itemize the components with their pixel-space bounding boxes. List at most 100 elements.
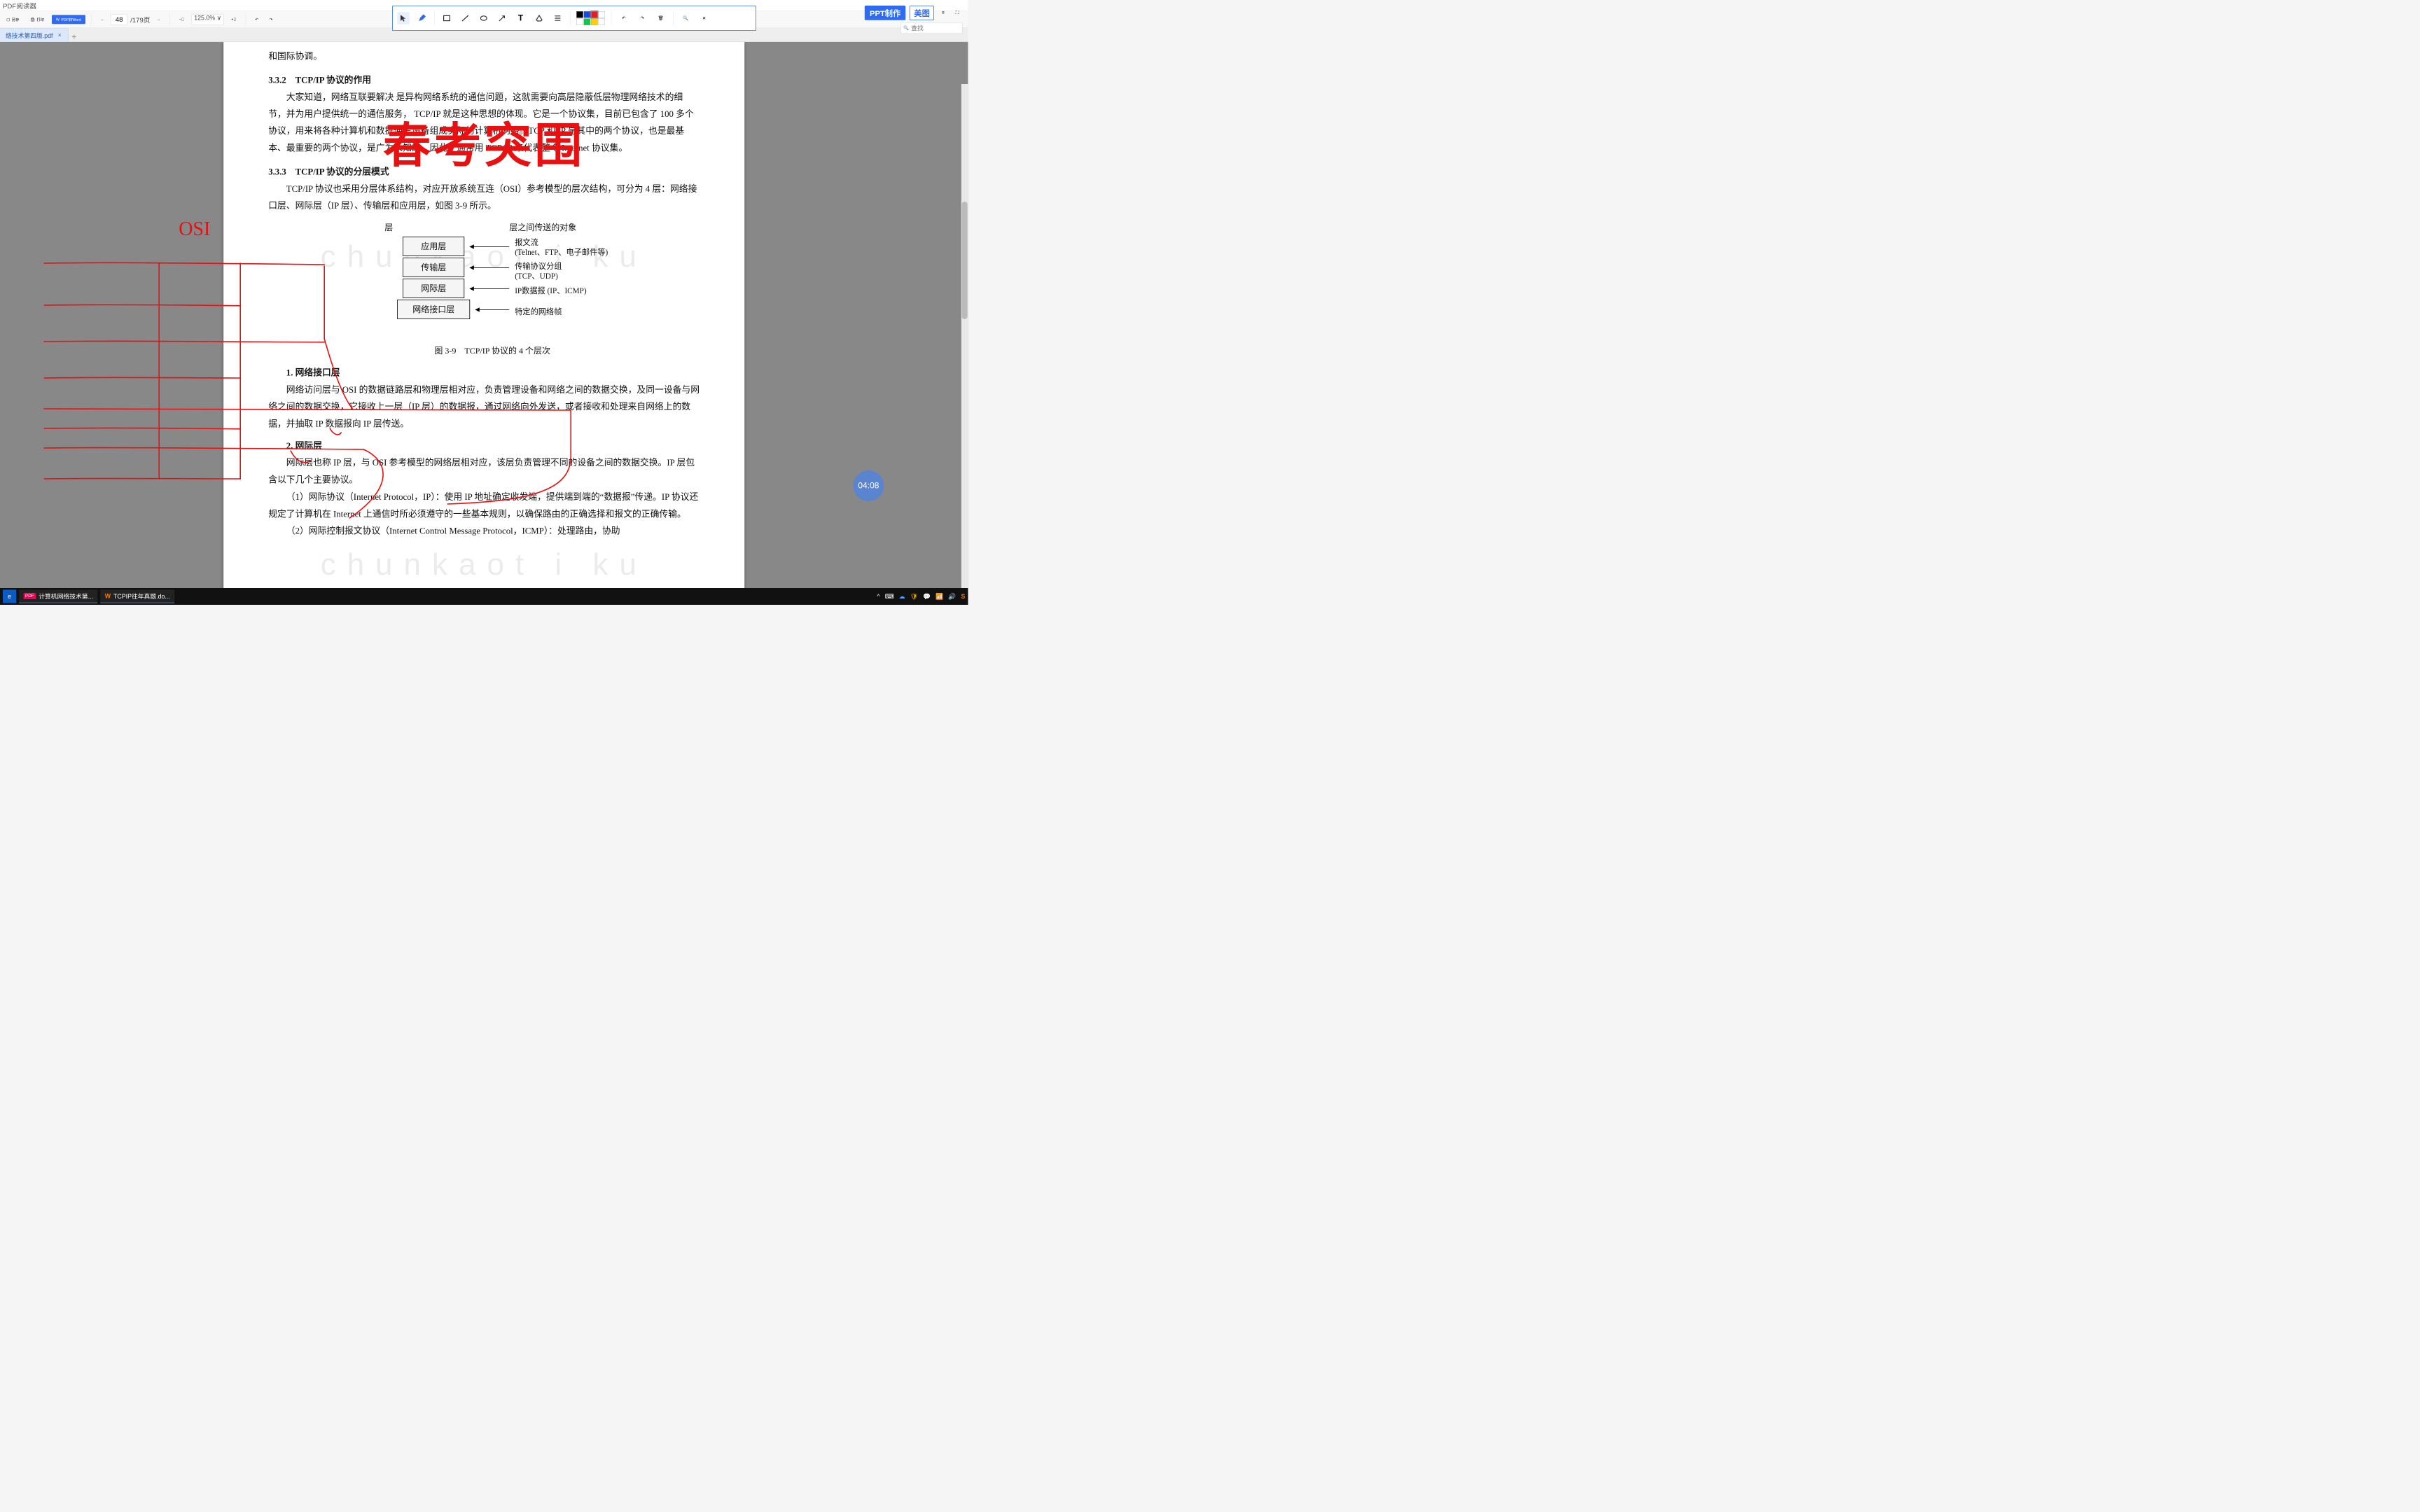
search-input[interactable] — [900, 22, 962, 34]
search-anno-button[interactable]: 🔍 — [679, 12, 692, 24]
pen-tool[interactable] — [416, 12, 429, 24]
rect-tool[interactable] — [440, 12, 453, 24]
taskbar-pdf-app[interactable]: PDF 计算机网络技术第... — [19, 589, 97, 603]
color-white3[interactable] — [598, 18, 605, 25]
diagram-col1: 层 — [330, 220, 447, 236]
layer-internet: 网际层 — [403, 279, 464, 298]
next-page-button[interactable]: → — [153, 15, 164, 24]
fullscreen-icon: ⛶ — [956, 10, 959, 15]
meitu-button[interactable]: 美图 — [910, 6, 934, 20]
scroll-thumb[interactable] — [962, 202, 968, 319]
color-white[interactable] — [598, 11, 605, 18]
pdf-page: 春考突围 chunkaot i ku chunkaot i ku 和国际协调。 … — [223, 42, 744, 602]
color-white2[interactable] — [576, 18, 583, 25]
diagram-col2: 层之间传送的对象 — [447, 220, 638, 236]
tray-sogou-icon[interactable]: S — [961, 593, 966, 600]
wps-icon: W — [105, 592, 111, 599]
undo-anno-button[interactable]: ↶ — [618, 12, 630, 24]
tab-label: 络技术第四版.pdf — [6, 31, 53, 40]
tray-ime-icon[interactable]: ⌨ — [885, 593, 894, 600]
save-as-button[interactable]: ▢ 另存 — [3, 15, 23, 24]
tray-shield-icon[interactable]: 🛡 — [910, 593, 918, 600]
close-anno-button[interactable]: ✕ — [698, 12, 711, 24]
color-yellow[interactable] — [591, 18, 598, 25]
tray-volume-icon[interactable]: 🔊 — [948, 593, 956, 600]
layer-transport: 传输层 — [403, 258, 464, 277]
timer-badge[interactable]: 04:08 — [853, 470, 884, 501]
menu-icon: ≡ — [942, 10, 945, 15]
trash-icon: 🗑 — [658, 15, 664, 21]
undo-icon: ↶ — [255, 18, 258, 22]
tcpip-diagram: 层 层之间传送的对象 应用层 传输层 网际层 网络接口层 报文流 (Telnet… — [330, 220, 638, 340]
redo-button[interactable]: ↷ — [266, 15, 277, 24]
zoom-out-button[interactable]: −⃝ — [176, 15, 188, 24]
highlight-tool[interactable] — [533, 12, 545, 24]
delete-anno-button[interactable]: 🗑 — [655, 12, 667, 24]
page-number-input[interactable] — [111, 14, 127, 25]
tab-close-button[interactable]: × — [57, 31, 62, 38]
tray-wifi-icon[interactable]: 📶 — [936, 593, 943, 600]
windows-taskbar: e PDF 计算机网络技术第... W TCPIP往年真题.do... ^ ⌨ … — [0, 588, 968, 605]
search-box: 🔍 — [900, 22, 962, 34]
pdf-to-word-button[interactable]: W PDF转Word — [52, 15, 85, 24]
paragraph: 大家知道，网络互联要解决 是异构网络系统的通信问题，这就需要向高层隐蔽低层物理网… — [268, 88, 700, 156]
watermark-text: chunkaot i ku — [321, 535, 648, 594]
label-r3: IP数据报 (IP、ICMP) — [515, 284, 586, 298]
arrow — [470, 246, 509, 247]
page-nav: ← /179页 → — [97, 14, 164, 25]
print-button[interactable]: 🖨 打印 — [27, 15, 48, 24]
cursor-icon — [399, 14, 407, 22]
app-title: PDF阅读器 — [3, 1, 36, 10]
taskbar-edge[interactable]: e — [3, 589, 16, 603]
arrow-tool[interactable] — [496, 12, 508, 24]
document-tab[interactable]: 络技术第四版.pdf × — [0, 28, 69, 41]
redo-icon: ↷ — [641, 15, 644, 21]
color-palette[interactable] — [576, 11, 605, 25]
text-icon: T — [518, 13, 523, 23]
menu-button[interactable]: ≡ — [938, 8, 948, 18]
paragraph: 网际层也称 IP 层，与 OSI 参考模型的网络层相对应，该层负责管理不同的设备… — [268, 454, 700, 489]
system-tray: ^ ⌨ ☁ 🛡 💬 📶 🔊 S — [877, 593, 965, 600]
annotation-toolbar[interactable]: T ↶ ↷ 🗑 🔍 ✕ — [392, 6, 756, 31]
prev-page-button[interactable]: ← — [97, 15, 108, 24]
fullscreen-button[interactable]: ⛶ — [952, 8, 963, 18]
color-green[interactable] — [584, 18, 591, 25]
right-buttons: PPT制作 美图 ≡ ⛶ — [865, 6, 963, 20]
undo-button[interactable]: ↶ — [251, 15, 262, 24]
save-as-label: 另存 — [12, 17, 20, 22]
heading-2: 2. 网际层 — [268, 438, 700, 454]
zoom-select[interactable]: 125.0% ∨ — [192, 14, 224, 25]
tray-chevron-icon[interactable]: ^ — [877, 593, 879, 600]
heading-3-3-3: 3.3.3 TCP/IP 协议的分层模式 — [268, 163, 700, 180]
vertical-scrollbar[interactable] — [961, 84, 968, 605]
pdf-to-word-label: PDF转Word — [61, 17, 81, 22]
rect-icon — [443, 14, 450, 22]
taskbar-wps-app[interactable]: W TCPIP往年真题.do... — [100, 589, 174, 603]
ppt-make-button[interactable]: PPT制作 — [865, 6, 906, 20]
arrow-icon — [499, 14, 506, 22]
color-black[interactable] — [576, 11, 583, 18]
select-tool[interactable] — [397, 12, 410, 24]
undo-icon: ↶ — [622, 15, 625, 21]
layer-app: 应用层 — [403, 237, 464, 256]
paragraph: （1）网际协议（Internet Protocol，IP）：使用 IP 地址确定… — [268, 489, 700, 523]
pen-icon — [418, 14, 426, 22]
zoom-in-button[interactable]: +⃝ — [228, 15, 240, 24]
tray-cloud-icon[interactable]: ☁ — [899, 593, 905, 600]
list-tool[interactable] — [552, 12, 564, 24]
tray-chat-icon[interactable]: 💬 — [923, 593, 931, 600]
line-icon — [461, 14, 469, 22]
color-red[interactable] — [591, 11, 598, 18]
color-blue[interactable] — [584, 11, 591, 18]
text-tool[interactable]: T — [515, 12, 527, 24]
arrow — [470, 267, 509, 268]
line-tool[interactable] — [459, 12, 472, 24]
redo-anno-button[interactable]: ↷ — [636, 12, 648, 24]
page-total: /179页 — [130, 15, 150, 24]
ellipse-tool[interactable] — [478, 12, 490, 24]
word-icon: W — [56, 18, 60, 22]
annotation-osi-label: OSI — [179, 218, 210, 240]
new-tab-button[interactable]: + — [69, 32, 80, 42]
print-label: 打印 — [36, 17, 44, 22]
diagram-caption: 图 3-9 TCP/IP 协议的 4 个层次 — [268, 343, 700, 359]
